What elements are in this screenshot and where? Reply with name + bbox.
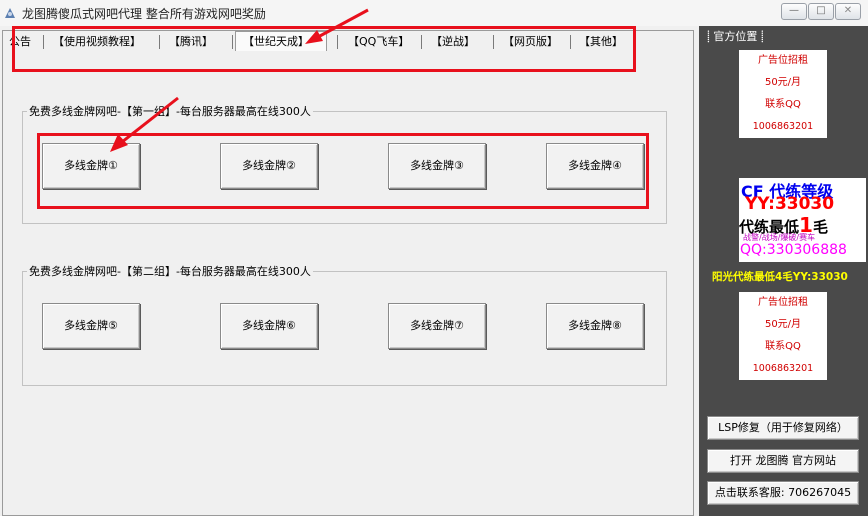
maximize-button[interactable]: □ (808, 3, 834, 20)
sidebar-title: ⸽ 官方位置 ⸽ (707, 30, 764, 43)
cf-leveling-ad[interactable]: CF 代练等级 YY:33030 代练最低1毛 战警/战场/爆破/赛车 QQ:3… (739, 178, 866, 262)
ad-line: 广告位招租 (758, 297, 808, 308)
app-icon (5, 8, 15, 18)
ad-price: 50元/月 (764, 319, 802, 330)
gold-server-button-7[interactable]: 多线金牌⑦ (388, 303, 486, 349)
ad-price: 50元/月 (764, 77, 802, 88)
group-2-title: 免费多线金牌网吧-【第二组】-每台服务器最高在线300人 (27, 263, 313, 279)
buttons-highlight-box (37, 133, 649, 209)
open-website-button[interactable]: 打开 龙图腾 官方网站 (707, 449, 859, 473)
ad-slot-bottom[interactable]: 广告位招租 50元/月 联系QQ 1006863201 (739, 292, 827, 380)
ad-qq-number: 1006863201 (752, 363, 814, 374)
window-title: 龙图腾傻瓜式网吧代理 整合所有游戏网吧奖励 (22, 7, 266, 21)
cf-ad-yy: YY:33030 (745, 194, 835, 214)
sidebar-panel: ⸽ 官方位置 ⸽ 广告位招租 50元/月 联系QQ 1006863201 CF … (699, 26, 868, 516)
gold-server-button-5[interactable]: 多线金牌⑤ (42, 303, 140, 349)
ad-slot-top[interactable]: 广告位招租 50元/月 联系QQ 1006863201 (739, 50, 827, 138)
gold-server-button-6[interactable]: 多线金牌⑥ (220, 303, 318, 349)
tabs-highlight-box (12, 26, 636, 72)
close-button[interactable]: ✕ (835, 3, 861, 20)
ad-contact-label: 联系QQ (765, 341, 801, 352)
ad-line: 广告位招租 (758, 55, 808, 66)
group-1-title: 免费多线金牌网吧-【第一组】-每台服务器最高在线300人 (27, 103, 313, 119)
minimize-button[interactable]: — (781, 3, 807, 20)
lsp-repair-button[interactable]: LSP修复（用于修复网络） (707, 416, 859, 440)
title-bar: 龙图腾傻瓜式网吧代理 整合所有游戏网吧奖励 — □ ✕ (0, 0, 868, 26)
main-pane: 公告 【使用视频教程】 【腾讯】 【世纪天成】 【QQ飞车】 【逆战】 【网页版… (2, 30, 694, 516)
gold-server-button-8[interactable]: 多线金牌⑧ (546, 303, 644, 349)
cf-ad-qq: QQ:330306888 (740, 242, 847, 258)
promo-text: 阳光代练最低4毛YY:33030 (712, 271, 848, 283)
ad-contact-label: 联系QQ (765, 99, 801, 110)
contact-support-button[interactable]: 点击联系客服: 706267045 (707, 481, 859, 505)
ad-qq-number: 1006863201 (752, 121, 814, 132)
